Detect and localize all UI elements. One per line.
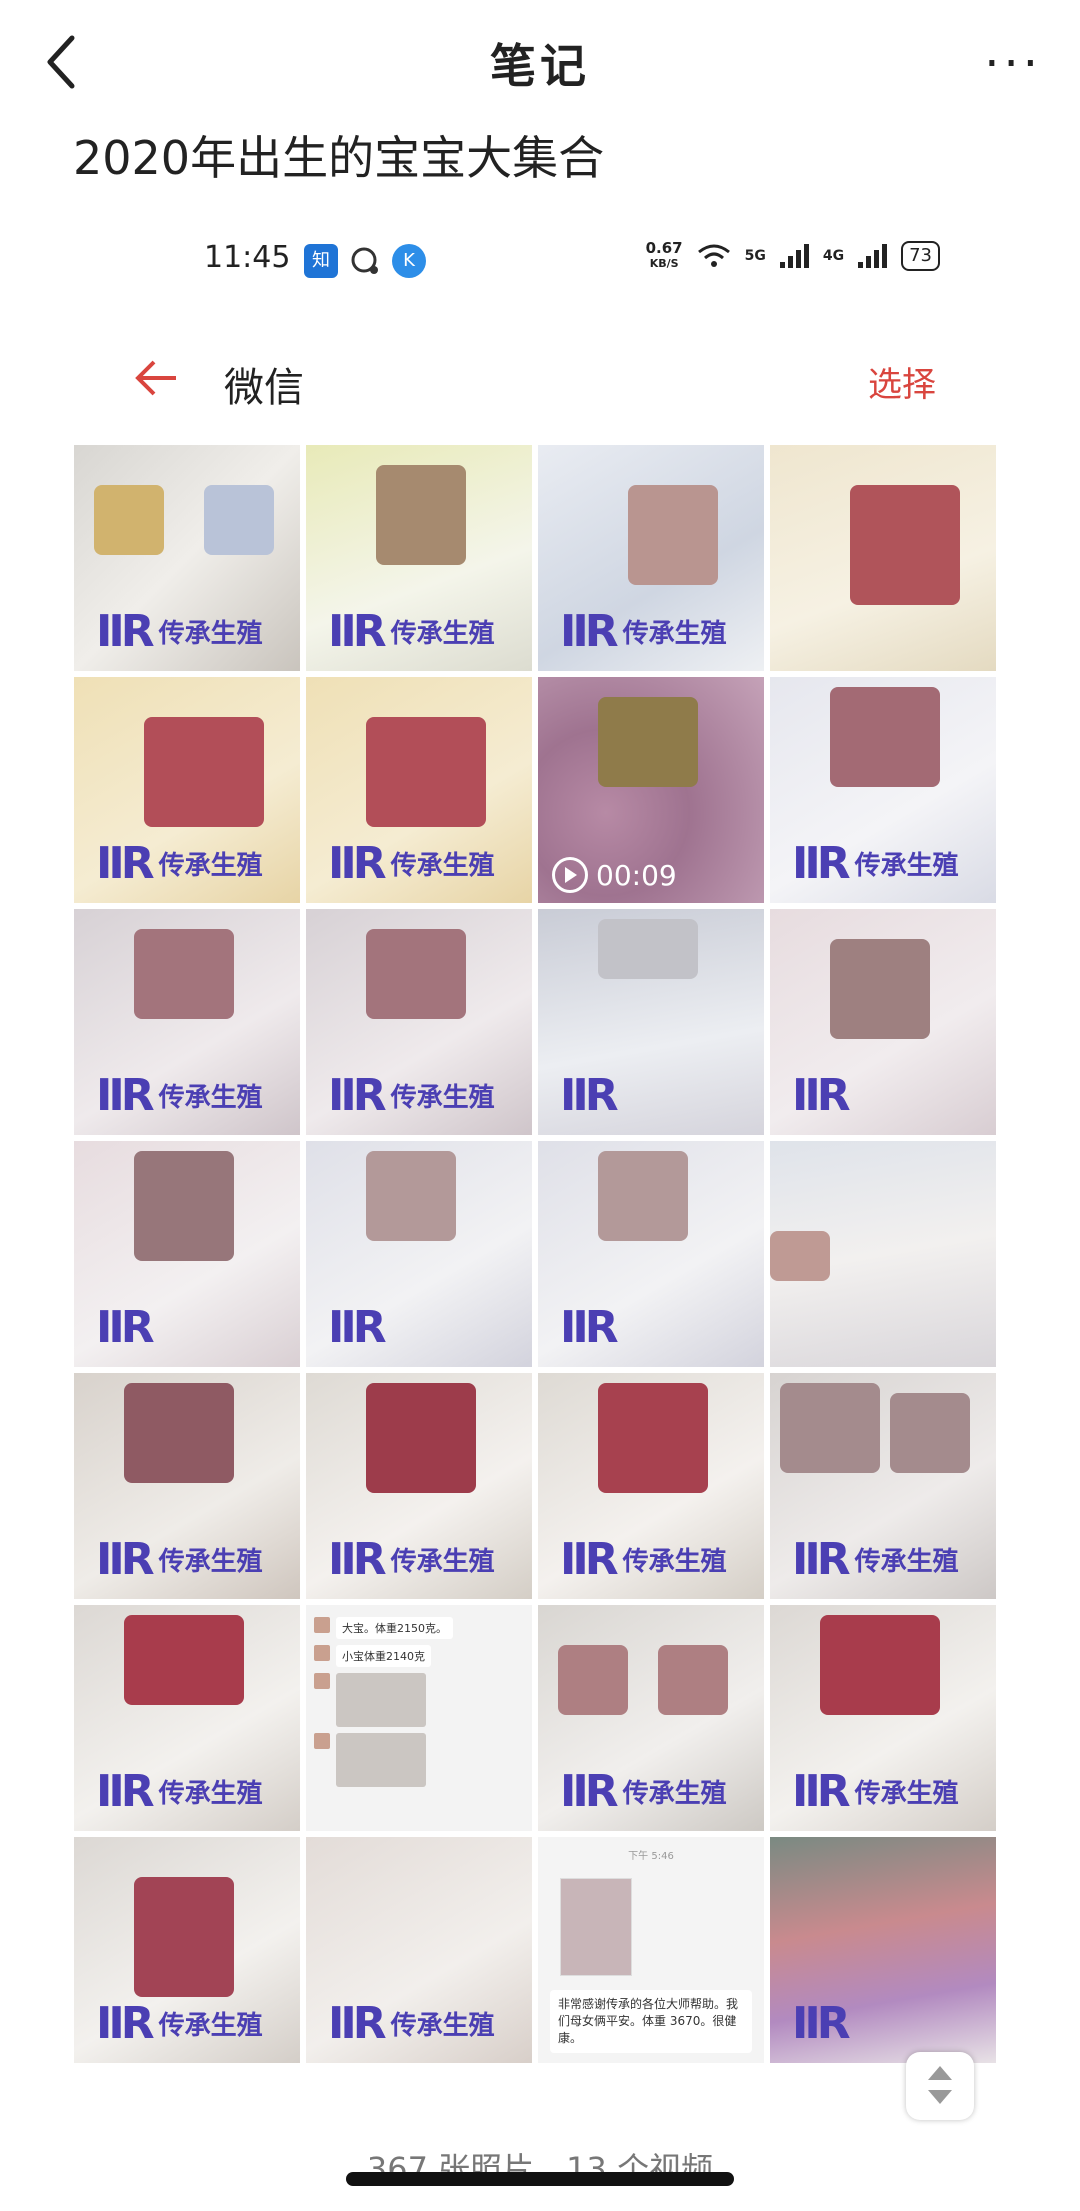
photo-thumbnail[interactable]: IIR 传承生殖: [538, 1373, 764, 1599]
zhihu-app-icon: 知: [304, 244, 338, 278]
photo-thumbnail[interactable]: IIR 传承生殖: [74, 677, 300, 903]
wifi-icon: [697, 244, 730, 267]
chat-screenshot-thumbnail[interactable]: 下午 5:46 非常感谢传承的各位大师帮助。我们母女俩平安。体重 3670。很健…: [538, 1837, 764, 2063]
watermark: IIR: [328, 1302, 387, 1353]
photo-thumbnail[interactable]: IIR 传承生殖: [306, 445, 532, 671]
photo-thumbnail[interactable]: IIR 传承生殖: [538, 1605, 764, 1831]
photo-thumbnail[interactable]: IIR 传承生殖: [306, 909, 532, 1135]
photo-thumbnail[interactable]: IIR 传承生殖: [538, 445, 764, 671]
photo-thumbnail[interactable]: IIR 传承生殖: [74, 1373, 300, 1599]
status-indicators: 0.67 KB/S 5G 4G 73: [646, 240, 940, 272]
watermark: IIR: [96, 1302, 155, 1353]
watermark: IIR 传承生殖: [792, 1766, 959, 1817]
battery-icon: 73: [901, 241, 940, 271]
chat-image: [560, 1878, 632, 1976]
photo-thumbnail[interactable]: IIR 传承生殖: [770, 1605, 996, 1831]
watermark: IIR 传承生殖: [328, 1534, 495, 1585]
photo-thumbnail[interactable]: IIR: [538, 909, 764, 1135]
photo-thumbnail[interactable]: IIR 传承生殖: [306, 677, 532, 903]
watermark: IIR 传承生殖: [792, 1534, 959, 1585]
note-header: 笔记 ···: [0, 0, 1080, 125]
watermark: IIR 传承生殖: [96, 606, 263, 657]
signal-5g-icon: [779, 244, 809, 268]
watermark: IIR 传承生殖: [96, 838, 263, 889]
watermark: IIR 传承生殖: [328, 606, 495, 657]
wechat-back-arrow-icon[interactable]: [132, 353, 182, 403]
network-5g-label: 5G: [744, 248, 766, 264]
photo-thumbnail[interactable]: IIR: [770, 1837, 996, 2063]
watermark: IIR: [560, 1302, 619, 1353]
watermark: IIR 传承生殖: [96, 1766, 263, 1817]
photo-thumbnail[interactable]: IIR 传承生殖: [770, 1373, 996, 1599]
chat-message: 大宝。体重2150克。: [336, 1617, 453, 1639]
wechat-album-title: 微信: [224, 365, 304, 411]
watermark: IIR: [560, 1070, 619, 1121]
chat-screenshot-thumbnail[interactable]: 大宝。体重2150克。 小宝体重2140克: [306, 1605, 532, 1831]
photo-thumbnail[interactable]: IIR 传承生殖: [74, 909, 300, 1135]
watermark: IIR 传承生殖: [560, 606, 727, 657]
watermark: IIR: [792, 1998, 851, 2049]
wechat-album-header: 微信 选择: [0, 345, 1080, 415]
watermark: IIR 传承生殖: [96, 1070, 263, 1121]
chat-message: 非常感谢传承的各位大师帮助。我们母女俩平安。体重 3670。很健康。: [550, 1990, 752, 2053]
photo-thumbnail[interactable]: IIR 传承生殖: [74, 445, 300, 671]
photo-thumbnail[interactable]: [770, 445, 996, 671]
photo-thumbnail[interactable]: IIR: [74, 1141, 300, 1367]
status-time: 11:45: [204, 240, 291, 275]
photo-grid: IIR 传承生殖 IIR 传承生殖 IIR 传承生殖 IIR 传承生殖 IIR 传承生殖 …: [74, 445, 1000, 2063]
network-4g-label: 4G: [822, 248, 845, 264]
photo-thumbnail[interactable]: IIR: [306, 1141, 532, 1367]
watermark: IIR 传承生殖: [328, 838, 495, 889]
photo-thumbnail[interactable]: IIR 传承生殖: [770, 677, 996, 903]
home-indicator[interactable]: [346, 2172, 734, 2186]
more-options-icon[interactable]: ···: [984, 36, 1042, 92]
scroll-handle[interactable]: [906, 2052, 974, 2120]
chat-bubble-icon: [351, 247, 378, 274]
network-speed: 0.67 KB/S: [645, 239, 683, 270]
note-title: 2020年出生的宝宝大集合: [73, 131, 605, 185]
watermark: IIR 传承生殖: [96, 1534, 263, 1585]
photo-thumbnail[interactable]: IIR: [538, 1141, 764, 1367]
photo-thumbnail[interactable]: IIR: [770, 909, 996, 1135]
watermark: IIR 传承生殖: [560, 1766, 727, 1817]
video-duration: 00:09: [552, 857, 677, 893]
chat-image: [336, 1733, 426, 1787]
watermark: IIR 传承生殖: [328, 1070, 495, 1121]
page-title: 笔记: [490, 39, 590, 93]
watermark: IIR 传承生殖: [792, 838, 959, 889]
watermark: IIR 传承生殖: [328, 1998, 495, 2049]
embedded-status-bar: 11:45 知 K 0.67 KB/S 5G 4G 73: [0, 240, 1080, 290]
photo-thumbnail[interactable]: [770, 1141, 996, 1367]
photo-thumbnail[interactable]: IIR 传承生殖: [74, 1837, 300, 2063]
play-icon: [552, 857, 588, 893]
chat-message: 小宝体重2140克: [336, 1645, 431, 1667]
video-thumbnail[interactable]: 00:09: [538, 677, 764, 903]
photo-thumbnail[interactable]: IIR 传承生殖: [306, 1373, 532, 1599]
watermark: IIR 传承生殖: [96, 1998, 263, 2049]
watermark: IIR: [792, 1070, 851, 1121]
select-button[interactable]: 选择: [868, 357, 936, 406]
chat-image: [336, 1673, 426, 1727]
watermark: IIR 传承生殖: [560, 1534, 727, 1585]
k-app-icon: K: [392, 244, 426, 278]
photo-thumbnail[interactable]: IIR 传承生殖: [74, 1605, 300, 1831]
chat-time: 下午 5:46: [628, 1851, 674, 1862]
signal-4g-icon: [858, 244, 888, 268]
photo-thumbnail[interactable]: IIR 传承生殖: [306, 1837, 532, 2063]
